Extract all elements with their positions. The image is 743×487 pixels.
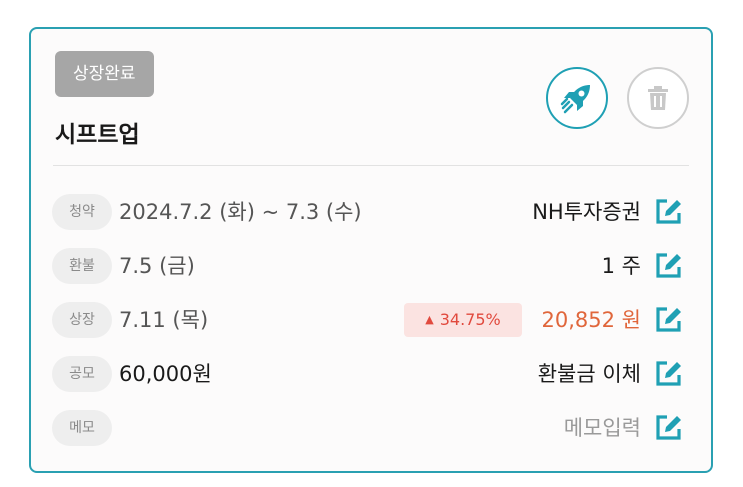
rocket-button[interactable] [546, 67, 608, 129]
price-change-badge: ▲ 34.75% [404, 303, 522, 337]
trash-icon [648, 86, 668, 110]
listing-date: 7.11 (목) [119, 308, 209, 332]
edit-icon[interactable] [653, 413, 683, 443]
refund-transfer: 환불금 이체 [537, 362, 641, 386]
ipo-card: 상장완료 시프트업 청약 2024.7.2 (화) ~ 7.3 (수) NH투자… [29, 27, 713, 473]
listing-price: 20,852 원 [541, 308, 641, 332]
row-label: 상장 [52, 302, 112, 338]
edit-icon[interactable] [653, 197, 683, 227]
row-label: 청약 [52, 194, 112, 230]
edit-icon[interactable] [653, 305, 683, 335]
rocket-icon [560, 85, 590, 114]
row-label: 환불 [52, 248, 112, 284]
refund-date: 7.5 (금) [119, 254, 195, 278]
delete-button[interactable] [627, 67, 689, 129]
price-change-value: 34.75% [439, 310, 501, 329]
memo-placeholder[interactable]: 메모입력 [564, 408, 641, 448]
broker-name: NH투자증권 [532, 200, 641, 224]
offering-row: 공모 60,000원 환불금 이체 [31, 354, 711, 394]
offering-price: 60,000원 [119, 362, 212, 386]
memo-row: 메모 메모입력 [31, 408, 711, 448]
subscription-row: 청약 2024.7.2 (화) ~ 7.3 (수) NH투자증권 [31, 192, 711, 232]
row-label: 공모 [52, 356, 112, 392]
status-badge: 상장완료 [55, 51, 154, 97]
edit-icon[interactable] [653, 359, 683, 389]
edit-icon[interactable] [653, 251, 683, 281]
company-name: 시프트업 [55, 122, 140, 148]
share-count: 1 주 [601, 254, 641, 278]
subscription-dates: 2024.7.2 (화) ~ 7.3 (수) [119, 200, 362, 224]
row-label: 메모 [52, 410, 112, 446]
listing-row: 상장 7.11 (목) ▲ 34.75% 20,852 원 [31, 300, 711, 340]
triangle-up-icon: ▲ [425, 313, 434, 326]
divider [53, 165, 689, 166]
refund-row: 환불 7.5 (금) 1 주 [31, 246, 711, 286]
